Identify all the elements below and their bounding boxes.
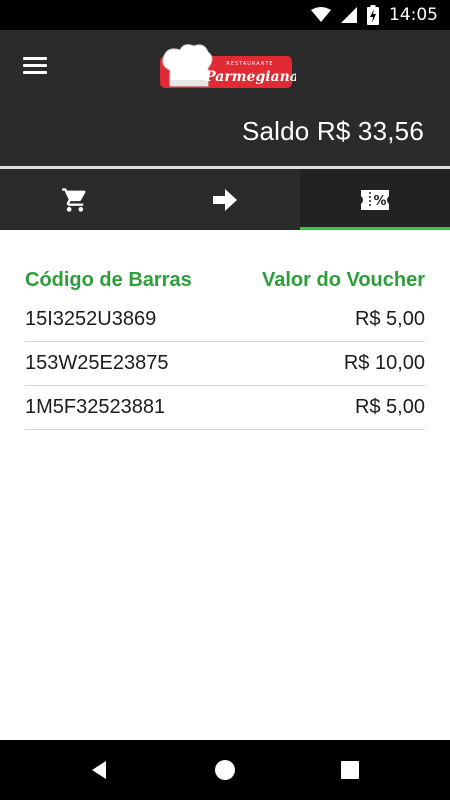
voucher-code: 1M5F32523881 (25, 396, 166, 418)
voucher-value: R$ 5,00 (354, 396, 425, 418)
table-row[interactable]: 1M5F32523881 R$ 5,00 (25, 386, 425, 430)
back-icon[interactable] (88, 758, 112, 782)
column-header-code: Código de Barras (25, 268, 192, 291)
hamburger-line (23, 71, 47, 74)
status-bar: 14:05 (0, 0, 450, 30)
voucher-code: 15I3252U3869 (25, 308, 157, 330)
column-header-value: Valor do Voucher (262, 268, 425, 291)
cart-icon (62, 187, 86, 212)
svg-text:RESTAURANTE: RESTAURANTE (226, 61, 273, 67)
table-header: Código de Barras Valor do Voucher (25, 262, 425, 298)
recents-icon[interactable] (338, 758, 362, 782)
tab-bar: % (0, 169, 450, 230)
voucher-value: R$ 5,00 (354, 308, 425, 330)
tab-cart[interactable] (0, 169, 150, 230)
wifi-icon (311, 7, 331, 22)
table-row[interactable]: 15I3252U3869 R$ 5,00 (25, 298, 425, 342)
hamburger-line (23, 57, 47, 60)
voucher-value: R$ 10,00 (343, 352, 425, 374)
system-nav-bar (0, 740, 450, 800)
restaurant-logo: RESTAURANTE Parmegiana (160, 44, 296, 88)
tab-vouchers[interactable]: % (300, 169, 450, 230)
table-row[interactable]: 153W25E23875 R$ 10,00 (25, 342, 425, 386)
arrow-right-icon (213, 188, 237, 211)
hamburger-line (23, 64, 47, 67)
home-icon[interactable] (213, 758, 237, 782)
status-time: 14:05 (389, 5, 438, 25)
balance-label: Saldo R$ 33,56 (241, 116, 424, 146)
voucher-table: Código de Barras Valor do Voucher 15I325… (25, 262, 425, 430)
signal-icon (341, 7, 357, 23)
battery-charging-icon (367, 5, 379, 25)
tab-transfer[interactable] (150, 169, 300, 230)
status-icons: 14:05 (311, 0, 438, 30)
voucher-percent-icon: % (361, 189, 389, 210)
app-bar: RESTAURANTE Parmegiana Saldo R$ 33,56 (0, 30, 450, 166)
menu-button[interactable] (20, 52, 50, 78)
svg-text:%: % (373, 194, 386, 209)
svg-text:Parmegiana: Parmegiana (204, 69, 296, 85)
voucher-code: 153W25E23875 (25, 352, 169, 374)
